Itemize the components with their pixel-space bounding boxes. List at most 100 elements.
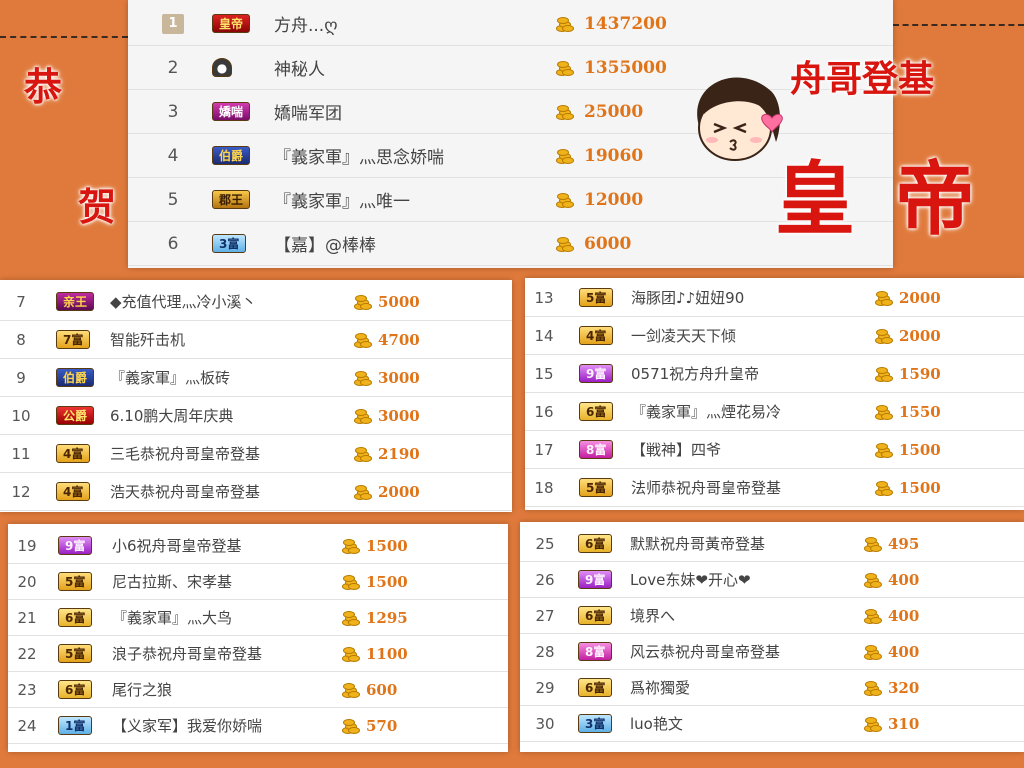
user-name[interactable]: 神秘人: [274, 55, 325, 80]
user-name[interactable]: 风云恭祝舟哥皇帝登基: [630, 641, 780, 662]
leaderboard-row: 23 6富 尾行之狼 600: [8, 672, 508, 708]
user-name[interactable]: 【义家军】我爱你娇喘: [112, 715, 262, 736]
leaderboard-row: 13 5富 海豚团♪♪妞妞90 2000: [525, 279, 1024, 317]
user-name[interactable]: 尼古拉斯、宋孝基: [112, 571, 232, 592]
user-name[interactable]: Love东妹❤开心❤: [630, 569, 751, 590]
rank-number: 8: [16, 330, 26, 349]
leaderboard-panel-b: 13 5富 海豚团♪♪妞妞90 2000 14 4富 一剑凌天天下倾 2000 15 9富 0571…: [525, 278, 1024, 510]
rank-badge: 3富: [212, 234, 247, 253]
leaderboard-row: 20 5富 尼古拉斯、宋孝基 1500: [8, 564, 508, 600]
gold-coin-stack-icon: [342, 646, 360, 662]
leaderboard-row: 16 6富 『義家軍』灬煙花易冷 1550: [525, 393, 1024, 431]
rank-badge: 亲王: [56, 292, 95, 311]
rank-badge: 6富: [58, 680, 93, 699]
rank-badge: 5富: [579, 478, 614, 497]
user-name[interactable]: 【戦神】四爷: [631, 439, 721, 460]
leaderboard-row: 27 6富 境界へ 400: [520, 598, 1024, 634]
user-name[interactable]: 浩天恭祝舟哥皇帝登基: [110, 481, 260, 502]
rank-badge: 4富: [56, 482, 91, 501]
kissing-girl-sticker-icon: [697, 77, 783, 161]
user-name[interactable]: 方舟...ღ: [274, 11, 338, 36]
user-name[interactable]: 6.10鹏大周年庆典: [110, 405, 233, 426]
gold-coin-stack-icon: [864, 680, 882, 696]
gold-coin-stack-icon: [864, 608, 882, 624]
rank-badge: 伯爵: [56, 368, 95, 387]
leaderboard-row: 1 皇帝 方舟...ღ 1437200: [128, 2, 893, 46]
user-name[interactable]: 爲祢獨愛: [630, 677, 690, 698]
gold-coin-stack-icon: [556, 16, 574, 32]
user-name[interactable]: 『義家軍』灬唯一: [274, 187, 410, 212]
user-name[interactable]: 『義家軍』灬大鸟: [112, 607, 232, 628]
user-name[interactable]: 一剑凌天天下倾: [631, 325, 736, 346]
user-name[interactable]: 智能歼击机: [110, 329, 185, 350]
rank-badge: 7富: [56, 330, 91, 349]
leaderboard-row: 10 公爵 6.10鹏大周年庆典 3000: [0, 397, 512, 435]
rank-number: 15: [534, 364, 554, 383]
gold-coin-stack-icon: [875, 290, 893, 306]
user-name[interactable]: 『義家軍』灬思念娇喘: [274, 143, 444, 168]
leaderboard-row: 25 6富 默默祝舟哥黃帝登基 495: [520, 526, 1024, 562]
gold-coin-stack-icon: [864, 536, 882, 552]
gift-amount: 310: [888, 714, 920, 733]
user-name[interactable]: ◆充值代理灬冷小溪丶: [110, 291, 257, 312]
leaderboard-row: 24 1富 【义家军】我爱你娇喘 570: [8, 708, 508, 744]
gift-amount: 570: [366, 716, 398, 735]
gold-coin-stack-icon: [342, 718, 360, 734]
user-name[interactable]: 0571祝方舟升皇帝: [631, 363, 759, 384]
mystery-user-icon: ●: [212, 58, 232, 77]
user-name[interactable]: 浪子恭祝舟哥皇帝登基: [112, 643, 262, 664]
user-name[interactable]: 三毛恭祝舟哥皇帝登基: [110, 443, 260, 464]
rank-badge: 6富: [58, 608, 93, 627]
gold-coin-stack-icon: [354, 484, 372, 500]
rank-number: 6: [167, 233, 179, 254]
gift-amount: 2000: [899, 326, 941, 345]
gift-amount: 1500: [366, 572, 408, 591]
rank-badge: 6富: [578, 606, 613, 625]
gift-amount: 2190: [378, 444, 420, 463]
rank-badge: 5富: [58, 644, 93, 663]
rank-number: 19: [17, 536, 37, 555]
rank-number: 9: [16, 368, 26, 387]
user-name[interactable]: 海豚团♪♪妞妞90: [631, 287, 744, 308]
gold-coin-stack-icon: [342, 682, 360, 698]
rank-number: 18: [534, 478, 554, 497]
gift-amount: 495: [888, 534, 920, 553]
rank-number: 30: [535, 714, 555, 733]
user-name[interactable]: 法师恭祝舟哥皇帝登基: [631, 477, 781, 498]
leaderboard-row: 17 8富 【戦神】四爷 1500: [525, 431, 1024, 469]
rank-number: 10: [11, 406, 31, 425]
user-name[interactable]: 尾行之狼: [112, 679, 172, 700]
user-name[interactable]: 嬌喘军团: [274, 99, 342, 124]
rank-number: 3: [167, 101, 179, 122]
user-name[interactable]: 『義家軍』灬煙花易冷: [631, 401, 781, 422]
user-name[interactable]: luo艳文: [630, 713, 683, 734]
rank-number: 23: [17, 680, 37, 699]
dashed-line-right: [893, 24, 1024, 26]
rank-badge: 皇帝: [212, 14, 251, 33]
leaderboard-row: 15 9富 0571祝方舟升皇帝 1590: [525, 355, 1024, 393]
user-name[interactable]: 小6祝舟哥皇帝登基: [112, 535, 242, 556]
user-name[interactable]: 【嘉】@棒棒: [274, 231, 376, 256]
rank-badge: 郡王: [212, 190, 251, 209]
rank-number: 1: [162, 13, 184, 34]
gift-amount: 1355000: [584, 57, 667, 78]
leaderboard-row: 9 伯爵 『義家軍』灬板砖 3000: [0, 359, 512, 397]
gold-coin-stack-icon: [864, 572, 882, 588]
rank-number: 14: [534, 326, 554, 345]
user-name[interactable]: 『義家軍』灬板砖: [110, 367, 230, 388]
user-name[interactable]: 默默祝舟哥黃帝登基: [630, 533, 765, 554]
headline-dengji: 舟哥登基: [790, 58, 935, 100]
gift-amount: 1295: [366, 608, 408, 627]
rank-number: 13: [534, 288, 554, 307]
leaderboard-panel-c: 19 9富 小6祝舟哥皇帝登基 1500 20 5富 尼古拉斯、宋孝基 1500 21 6富 『義家…: [8, 524, 508, 752]
congrats-char-2: 贺: [78, 184, 117, 229]
gift-amount: 2000: [899, 288, 941, 307]
gift-amount: 19060: [584, 145, 644, 166]
gift-amount: 1590: [899, 364, 941, 383]
leaderboard-row: 30 3富 luo艳文 310: [520, 706, 1024, 742]
gold-coin-stack-icon: [354, 294, 372, 310]
leaderboard-panel-d: 25 6富 默默祝舟哥黃帝登基 495 26 9富 Love东妹❤开心❤ 400 27 6富 境界へ…: [520, 522, 1024, 752]
gold-coin-stack-icon: [556, 104, 574, 120]
rank-number: 25: [535, 534, 555, 553]
user-name[interactable]: 境界へ: [630, 605, 675, 626]
